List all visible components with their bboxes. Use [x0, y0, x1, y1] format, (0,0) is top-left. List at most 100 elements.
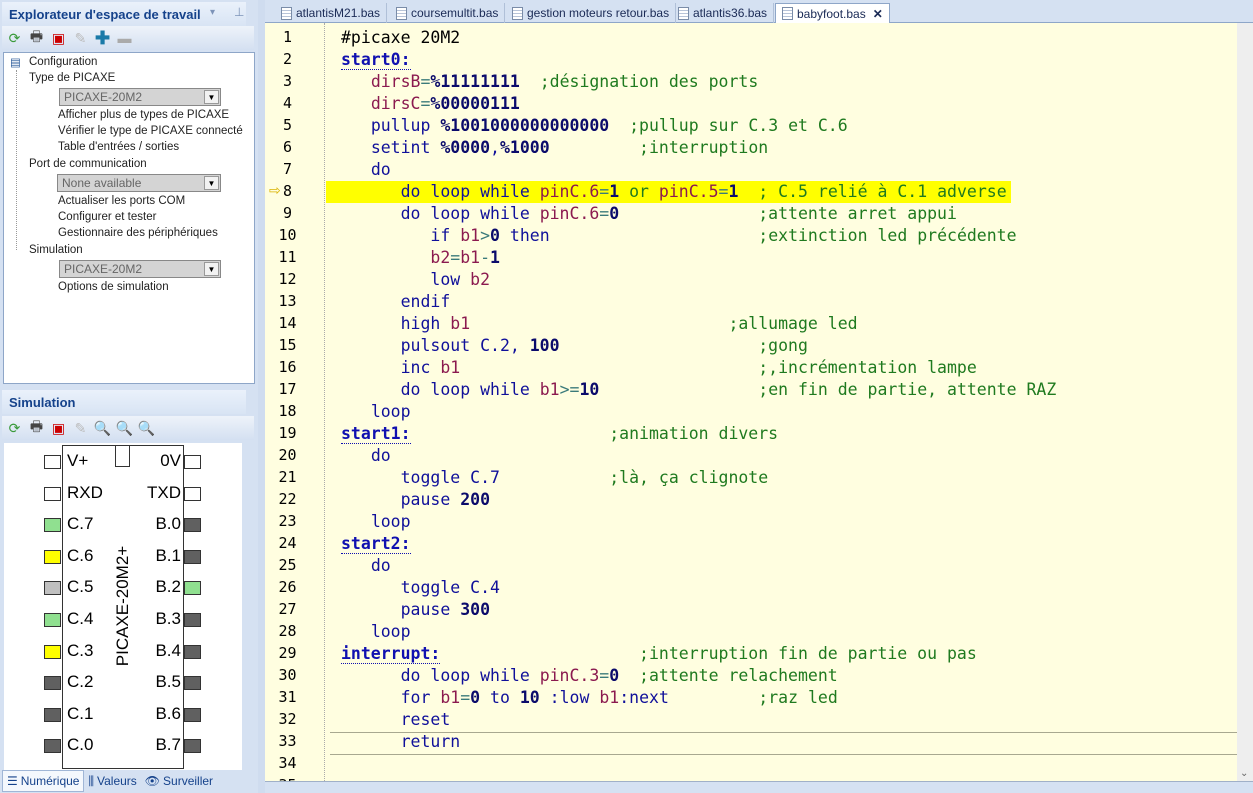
pin-indicator-b7[interactable]	[184, 739, 201, 754]
pin-indicator-b5[interactable]	[184, 676, 201, 691]
code-line[interactable]: #picaxe 20M2	[341, 27, 460, 49]
pin-indicator-c6[interactable]	[44, 549, 61, 564]
zoom-out-icon[interactable]: 🔍	[138, 420, 155, 437]
tree-item-device-manager[interactable]: Gestionnaire des périphériques	[58, 227, 218, 239]
tab-atlantis36[interactable]: atlantis36.bas	[672, 3, 775, 23]
code-line[interactable]: start1: ;animation divers	[341, 423, 778, 445]
dropdown-icon[interactable]: ▾	[210, 7, 215, 18]
com-port-select[interactable]: None available ▼	[57, 174, 221, 192]
pin-indicator-b4[interactable]	[184, 644, 201, 659]
code-line[interactable]: toggle C.7 ;là, ça clignote	[341, 467, 769, 489]
pin-indicator-c5[interactable]	[44, 581, 61, 596]
pin-indicator-rxd[interactable]	[44, 486, 61, 501]
tree-item-simulation-options[interactable]: Options de simulation	[58, 281, 169, 293]
pin-indicator-c2[interactable]	[44, 676, 61, 691]
tab-atlantisM21[interactable]: atlantisM21.bas	[275, 3, 388, 23]
tree-simulation[interactable]: Simulation	[29, 244, 83, 256]
tab-babyfoot[interactable]: babyfoot.bas ✕	[775, 3, 890, 23]
tab-coursemultit[interactable]: coursemultit.bas	[390, 3, 506, 23]
code-line[interactable]: do loop while pinC.6=0 ;attente arret ap…	[341, 203, 957, 225]
tab-gestion-moteurs-retour[interactable]: gestion moteurs retour.bas	[506, 3, 677, 23]
tree-root-configuration[interactable]: Configuration	[29, 56, 97, 68]
code-line[interactable]: setint %0000,%1000 ;interruption	[341, 137, 768, 159]
code-line[interactable]: do	[341, 555, 391, 577]
pin-indicator-c4[interactable]	[44, 613, 61, 627]
refresh-icon[interactable]: ⟳	[6, 30, 23, 47]
code-line[interactable]: return	[341, 731, 461, 753]
tree-item-io-table[interactable]: Table d'entrées / sorties	[58, 141, 179, 153]
code-line[interactable]: dirsB=%11111111 ;désignation des ports	[341, 71, 758, 93]
tree-item-configure-test[interactable]: Configurer et tester	[58, 211, 156, 223]
code-line[interactable]: loop	[341, 621, 411, 643]
code-line[interactable]: b2=b1-1	[341, 247, 500, 269]
code-line[interactable]: dirsC=%00000111	[341, 93, 520, 115]
pin-indicator-v[interactable]	[44, 455, 61, 469]
pin-indicator-b0[interactable]	[184, 518, 201, 533]
refresh-icon[interactable]: ⟳	[6, 420, 23, 437]
pin-indicator-txd[interactable]	[184, 486, 201, 501]
code-line[interactable]: interrupt: ;interruption fin de partie o…	[341, 643, 977, 665]
code-line[interactable]: do loop while pinC.3=0 ;attente relachem…	[341, 665, 838, 687]
pdf-icon[interactable]: ▣	[50, 420, 67, 437]
pin-indicator-0v[interactable]	[184, 455, 201, 469]
tree-port-de-communication[interactable]: Port de communication	[29, 158, 147, 170]
pin-indicator-c3[interactable]	[44, 644, 61, 659]
code-editor[interactable]: 1 2 3 4 5 6 7 8 9 10 11 12 13 14 15 16 17 18 19 20 21 22 23 24 2…	[265, 23, 1237, 781]
close-icon[interactable]: ✕	[873, 7, 883, 21]
editor-tab-bar: atlantisM21.bas coursemultit.bas gestion…	[265, 0, 1253, 23]
pin-indicator-c7[interactable]	[44, 518, 61, 533]
tree-item-refresh-ports[interactable]: Actualiser les ports COM	[58, 195, 185, 207]
print-icon[interactable]: 🖶	[28, 28, 45, 47]
pin-icon[interactable]: ⊥	[234, 5, 244, 19]
code-line[interactable]: start2:	[341, 533, 411, 555]
pin-indicator-b6[interactable]	[184, 707, 201, 722]
tree-item-verify-type[interactable]: Vérifier le type de PICAXE connecté	[58, 125, 243, 137]
code-line[interactable]: do	[341, 445, 391, 467]
code-line[interactable]: do	[341, 159, 391, 181]
code-line[interactable]: pause 300	[341, 599, 490, 621]
code-line[interactable]: do loop while pinC.6=1 or pinC.5=1 ; C.5…	[326, 181, 1011, 203]
vertical-scrollbar[interactable]: ⌄	[1237, 23, 1253, 781]
pin-indicator-b1[interactable]	[184, 549, 201, 564]
code-line[interactable]: toggle C.4	[341, 577, 500, 599]
code-line[interactable]: for b1=0 to 10 :low b1:next ;raz led	[341, 687, 838, 709]
expand-icon[interactable]: ✚	[94, 28, 111, 48]
pin-indicator-b3[interactable]	[184, 613, 201, 627]
collapse-icon[interactable]: ▬	[116, 30, 133, 47]
code-line[interactable]: reset	[341, 709, 451, 731]
code-line[interactable]: do loop while b1>=10 ;en fin de partie, …	[341, 379, 1057, 401]
tree-type-de-picaxe[interactable]: Type de PICAXE	[29, 72, 115, 84]
code-line[interactable]: endif	[341, 291, 451, 313]
pin-indicator-c0[interactable]	[44, 739, 61, 754]
code-line[interactable]: low b2	[341, 269, 490, 291]
pin-indicator-c1[interactable]	[44, 707, 61, 722]
tab-surveiller[interactable]: 👁 Surveiller	[141, 770, 217, 792]
zoom-in-icon[interactable]: 🔍	[116, 420, 133, 437]
code-line[interactable]: loop	[341, 511, 411, 533]
scroll-down-icon[interactable]: ⌄	[1240, 768, 1248, 779]
code-line[interactable]: pause 200	[341, 489, 490, 511]
code-line[interactable]: inc b1 ;,incrémentation lampe	[341, 357, 977, 379]
simulation-chip-select[interactable]: PICAXE-20M2 ▼	[59, 260, 221, 278]
tab-numerique[interactable]: ☰ Numérique	[2, 770, 85, 792]
code-line[interactable]: loop	[341, 401, 411, 423]
code-line[interactable]: pulsout C.2, 100 ;gong	[341, 335, 808, 357]
zoom-icon[interactable]: 🔍	[94, 420, 111, 437]
code-line[interactable]: high b1 ;allumage led	[341, 313, 858, 335]
tab-valeurs[interactable]: ⫼ Valeurs	[84, 770, 140, 792]
keyword-token: to	[480, 688, 520, 707]
line-number: 17	[278, 380, 297, 398]
code-line[interactable]: start0:	[341, 49, 411, 71]
code-line[interactable]: pullup %1001000000000000 ;pullup sur C.3…	[341, 115, 848, 137]
keyword-token: loop	[370, 512, 411, 531]
print-icon[interactable]: 🖶	[28, 418, 45, 437]
pin-indicator-b2[interactable]	[184, 581, 201, 596]
tree-item-more-types[interactable]: Afficher plus de types de PICAXE	[58, 109, 229, 121]
code-line[interactable]: if b1>0 then ;extinction led précédente	[341, 225, 1016, 247]
picaxe-type-select[interactable]: PICAXE-20M2 ▼	[59, 88, 221, 106]
pdf-icon[interactable]: ▣	[50, 30, 67, 47]
